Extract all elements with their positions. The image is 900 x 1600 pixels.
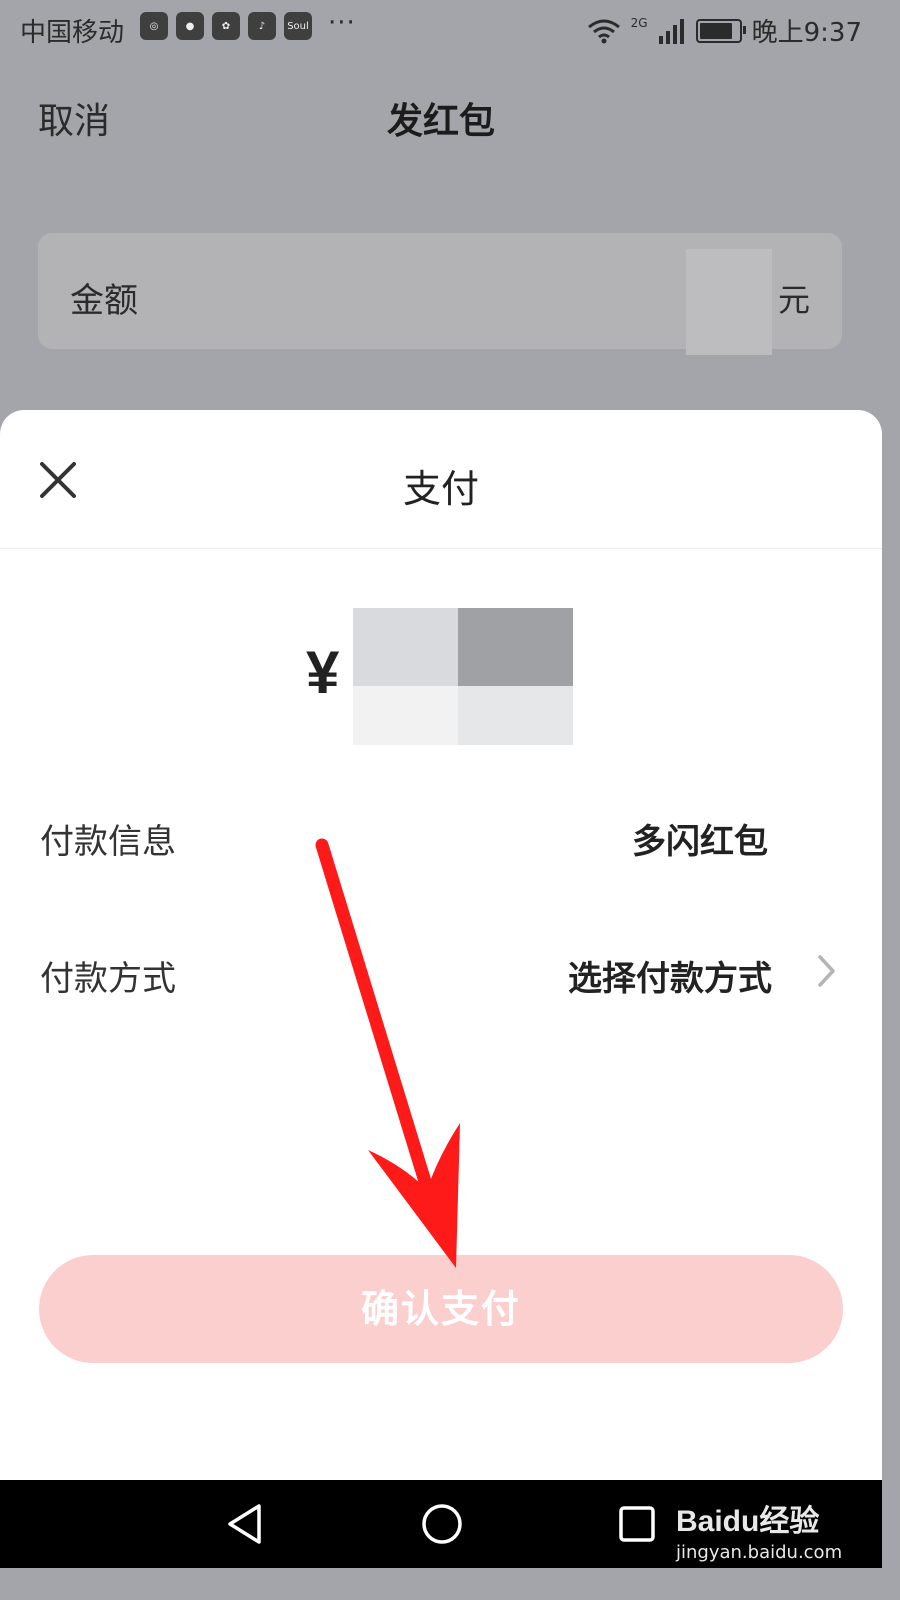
background-header: 取消 发红包 (0, 60, 882, 170)
amount-label: 金额 (70, 281, 138, 321)
currency-symbol: ¥ (306, 639, 340, 706)
recent-apps-icon[interactable] (617, 1504, 657, 1544)
more-notifications-icon: ··· (328, 8, 356, 38)
sheet-title: 支付 (402, 467, 479, 511)
status-bar: 中国移动 ◎ ● ✿ ♪ Soul ··· 2G 晚上9:37 (0, 0, 882, 60)
clock: 晚上9:37 (751, 18, 862, 48)
amount-redacted (686, 249, 772, 355)
back-icon[interactable] (225, 1502, 265, 1546)
amount-field[interactable]: 金额 元 (38, 233, 842, 355)
signal-icon (658, 18, 684, 44)
payment-info-value: 多闪红包 (632, 822, 768, 862)
tiktok-icon: ♪ (248, 12, 276, 40)
carrier-label: 中国移动 (20, 18, 125, 48)
payment-method-label: 付款方式 (40, 959, 176, 999)
notification-icons: ◎ ● ✿ ♪ Soul (140, 12, 312, 40)
sheet-header: 支付 (0, 410, 882, 549)
chevron-right-icon (818, 955, 835, 987)
wifi-icon (587, 19, 620, 43)
payment-amount: ¥ (0, 608, 882, 748)
amount-redacted-mosaic (353, 608, 573, 745)
amount-unit: 元 (778, 281, 811, 319)
confirm-pay-button[interactable]: 确认支付 (39, 1255, 843, 1363)
battery-icon (695, 18, 746, 43)
payment-info-label: 付款信息 (40, 822, 176, 862)
watermark-brand: Baidu经验 (676, 1505, 820, 1538)
app-icon-1: ◎ (140, 12, 168, 40)
battery-level (699, 22, 732, 39)
watermark: Baidu经验 jingyan.baidu.com (676, 1496, 842, 1563)
home-icon[interactable] (420, 1502, 464, 1546)
watermark-url: jingyan.baidu.com (676, 1542, 843, 1563)
huawei-icon: ✿ (212, 12, 240, 40)
page-title: 发红包 (386, 101, 495, 142)
payment-info-row: 付款信息 多闪红包 (0, 794, 882, 874)
payment-method-value: 选择付款方式 (568, 959, 772, 999)
system-nav-bar: Baidu经验 jingyan.baidu.com (0, 1480, 882, 1568)
network-type: 2G (630, 15, 648, 30)
soul-icon: Soul (284, 12, 312, 40)
payment-method-row[interactable]: 付款方式 选择付款方式 (0, 931, 882, 1011)
app-icon-2: ● (176, 12, 204, 40)
payment-sheet: 支付 ¥ 付款信息 多闪红包 付款方式 选择付款方式 确认支付 (0, 410, 882, 1480)
status-right: 2G 晚上9:37 (587, 12, 862, 49)
